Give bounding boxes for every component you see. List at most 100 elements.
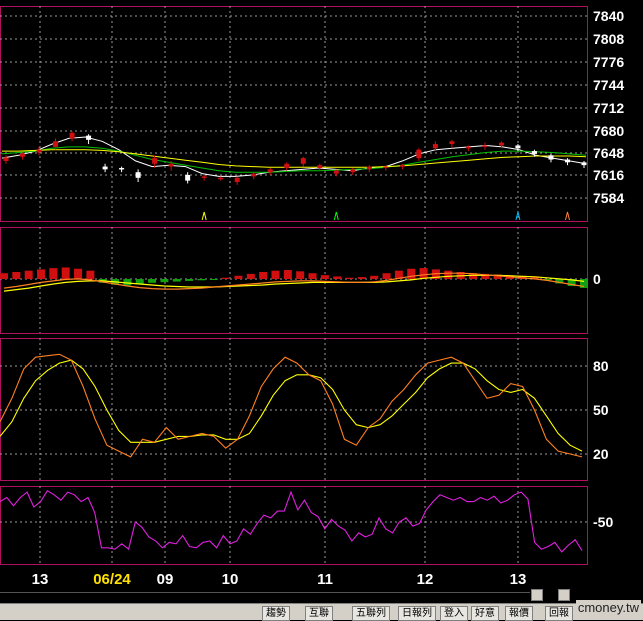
macd-histogram-bar — [148, 279, 157, 283]
macd-histogram-bar — [209, 279, 218, 280]
macd-histogram-bar — [419, 268, 428, 279]
candle-body — [317, 165, 323, 168]
price-ytick-label: 7616 — [593, 167, 624, 183]
indicator-pane: -50 — [0, 486, 613, 565]
candle-body — [548, 155, 554, 160]
candle-body — [416, 149, 422, 159]
candle-body — [482, 145, 488, 147]
candle-body — [449, 141, 455, 145]
candle-body — [350, 169, 356, 173]
macd-histogram-bar — [320, 275, 329, 279]
macd-histogram-bar — [370, 275, 379, 279]
price-ytick-label: 7840 — [593, 8, 624, 24]
candle-body — [300, 158, 306, 164]
candle-body — [366, 166, 372, 170]
candle-body — [498, 142, 504, 146]
macd-histogram-bar — [74, 268, 83, 279]
price-ytick-label: 7776 — [593, 54, 624, 70]
x-tick-label: 06/24 — [93, 571, 131, 588]
candle-body — [53, 141, 59, 147]
price-ytick-label: 7680 — [593, 123, 624, 139]
price-ytick-label: 7808 — [593, 31, 624, 47]
macd-histogram-bar — [222, 277, 231, 279]
candle-body — [102, 166, 108, 170]
macd-histogram-bar — [345, 277, 354, 279]
signal-marker — [565, 211, 570, 221]
kd-pane: 80 50 20 — [0, 338, 609, 481]
candle-body — [234, 177, 240, 183]
x-tick-label: 12 — [417, 571, 434, 588]
candle-body — [218, 177, 224, 180]
price-pane: 7840 7808 7776 7744 7712 7680 7648 7616 7584 — [0, 6, 624, 222]
macd-histogram-bar — [308, 273, 317, 279]
macd-histogram-bar — [382, 273, 391, 279]
candle-body — [119, 167, 125, 170]
macd-histogram-bar — [407, 268, 416, 279]
x-tick-label: 13 — [32, 571, 49, 588]
candle-body — [86, 135, 92, 140]
kd-border — [0, 338, 588, 481]
macd-histogram-bar — [172, 279, 181, 282]
macd-pane: 0 — [0, 227, 601, 334]
candle-body — [185, 175, 191, 181]
candle-body — [515, 145, 521, 149]
macd-histogram-bar — [357, 277, 366, 279]
candle-body — [531, 151, 537, 154]
macd-histogram-bar — [61, 267, 70, 279]
macd-histogram-bar — [246, 273, 255, 279]
watermark: cmoney.tw — [575, 600, 641, 615]
signal-marker — [333, 211, 339, 221]
kd-k-line — [0, 353, 583, 458]
x-axis: 13 06/24 09 10 11 12 13 — [0, 571, 530, 593]
macd-histogram-bar — [37, 269, 46, 279]
candle-body — [20, 153, 26, 157]
price-ma-line — [1, 146, 587, 173]
price-ytick-label: 7648 — [593, 145, 624, 161]
macd-histogram-bar — [444, 270, 453, 279]
macd-histogram-bar — [234, 275, 243, 279]
candle-body — [3, 157, 9, 161]
candle-body — [432, 144, 438, 149]
candle-body — [564, 159, 570, 163]
scroll-right-icon[interactable] — [558, 589, 570, 601]
candle-body — [581, 162, 587, 166]
macd-histogram-bar — [49, 268, 58, 279]
macd-histogram-bar — [86, 270, 95, 279]
indicator-line — [0, 489, 583, 553]
candle-body — [168, 163, 174, 167]
price-ma-line — [1, 136, 587, 177]
scroll-left-icon[interactable] — [531, 589, 543, 601]
macd-histogram-bar — [0, 273, 8, 279]
x-tick-label: 11 — [317, 571, 333, 588]
price-ma-line — [2, 149, 587, 168]
macd-histogram-bar — [283, 270, 292, 279]
macd-histogram-bar — [24, 270, 33, 279]
price-ytick-label: 7744 — [593, 77, 624, 93]
candle-body — [267, 169, 273, 173]
macd-histogram-bar — [271, 270, 280, 279]
kd-d-line — [0, 359, 583, 452]
macd-histogram-bar — [160, 279, 169, 283]
candle-body — [465, 146, 471, 149]
price-ytick-label: 7712 — [593, 100, 624, 116]
x-tick-label: 10 — [222, 571, 239, 588]
macd-ytick-label: 0 — [593, 271, 601, 287]
macd-histogram-bar — [259, 271, 268, 279]
ind-ytick-label: -50 — [593, 514, 613, 530]
chart-canvas: 7840 7808 7776 7744 7712 7680 7648 7616 7584 0 8… — [0, 6, 624, 593]
x-tick-label: 09 — [157, 571, 174, 588]
candle-body — [152, 158, 158, 164]
macd-histogram-bar — [12, 271, 21, 279]
candle-body — [383, 166, 389, 169]
macd-histogram-bar — [185, 279, 194, 281]
price-border — [0, 6, 588, 222]
candle-body — [69, 132, 75, 139]
macd-histogram-bar — [333, 276, 342, 279]
candle-body — [36, 149, 42, 153]
kd-ytick-label: 50 — [593, 402, 609, 418]
signal-marker — [201, 211, 207, 221]
kd-ytick-label: 20 — [593, 446, 609, 462]
macd-histogram-bar — [197, 279, 206, 281]
x-tick-label: 13 — [510, 571, 527, 588]
price-ytick-label: 7584 — [593, 190, 624, 206]
